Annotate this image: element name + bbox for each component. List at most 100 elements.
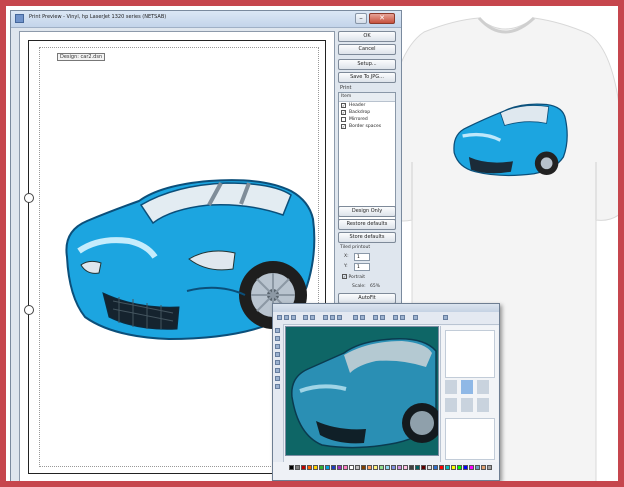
color-swatch[interactable] (469, 465, 474, 470)
color-swatch[interactable] (337, 465, 342, 470)
toolbar-icon[interactable] (284, 315, 289, 320)
color-swatch[interactable] (403, 465, 408, 470)
color-swatch[interactable] (343, 465, 348, 470)
color-swatch[interactable] (331, 465, 336, 470)
color-swatch[interactable] (457, 465, 462, 470)
print-options-list[interactable]: Item ✓ Header ✓ Backdrop Mirrored ✓ Border … (338, 92, 396, 220)
tiles-x-input[interactable]: 1 (354, 253, 370, 261)
color-swatch[interactable] (397, 465, 402, 470)
tool-icon[interactable] (275, 352, 280, 357)
tool-icon[interactable] (275, 344, 280, 349)
toolbar-icon[interactable] (353, 315, 358, 320)
color-swatch[interactable] (373, 465, 378, 470)
screenshot-frame: Print Preview - Vinyl, hp LaserJet 1320 … (0, 0, 624, 487)
cancel-button[interactable]: Cancel (338, 44, 396, 55)
tool-icon[interactable] (275, 328, 280, 333)
brush-preset[interactable] (477, 398, 489, 412)
checkbox-icon[interactable]: ✓ (341, 124, 346, 129)
properties-panel (445, 418, 495, 460)
toolbar-icon[interactable] (393, 315, 398, 320)
color-swatch[interactable] (415, 465, 420, 470)
color-palette (285, 463, 497, 477)
toolbar-icon[interactable] (400, 315, 405, 320)
color-swatch[interactable] (463, 465, 468, 470)
portrait-option[interactable]: ✓ Portrait (342, 274, 365, 280)
color-swatch[interactable] (325, 465, 330, 470)
brush-preset[interactable] (461, 380, 473, 394)
restore-defaults-button[interactable]: Restore defaults (338, 219, 396, 230)
toolbar-icon[interactable] (443, 315, 448, 320)
close-button[interactable]: ✕ (369, 13, 395, 24)
tools-sidebar (273, 324, 284, 462)
toolbar-icon[interactable] (277, 315, 282, 320)
tool-icon[interactable] (275, 368, 280, 373)
color-swatch[interactable] (319, 465, 324, 470)
color-swatch[interactable] (487, 465, 492, 470)
window-title: Print Preview - Vinyl, hp LaserJet 1320 … (29, 14, 167, 20)
color-swatch[interactable] (475, 465, 480, 470)
color-swatch[interactable] (361, 465, 366, 470)
design-header: Design: car2.dsn (57, 53, 106, 61)
option-backdrop[interactable]: ✓ Backdrop (339, 109, 395, 116)
save-to-jpg-button[interactable]: Save To JPG... (338, 72, 396, 83)
brush-preset[interactable] (477, 380, 489, 394)
option-header[interactable]: ✓ Header (339, 102, 395, 109)
scale-label: Scale: (352, 284, 366, 289)
checkbox-icon[interactable]: ✓ (342, 274, 347, 279)
toolbar-icon[interactable] (330, 315, 335, 320)
toolbar-icon[interactable] (337, 315, 342, 320)
color-swatch[interactable] (391, 465, 396, 470)
paint-canvas[interactable] (285, 326, 439, 456)
tiles-y-input[interactable]: 1 (354, 263, 370, 271)
color-swatch[interactable] (301, 465, 306, 470)
tool-icon[interactable] (275, 384, 280, 389)
brush-preset[interactable] (445, 398, 457, 412)
minimize-button[interactable]: – (355, 13, 367, 24)
color-swatch[interactable] (289, 465, 294, 470)
option-mirrored[interactable]: Mirrored (339, 116, 395, 123)
option-border-spaces[interactable]: ✓ Border spaces (339, 123, 395, 130)
ok-button[interactable]: OK (338, 31, 396, 42)
design-only-button[interactable]: Design Only (338, 206, 396, 217)
brush-preset[interactable] (445, 380, 457, 394)
color-swatch[interactable] (433, 465, 438, 470)
color-swatch[interactable] (367, 465, 372, 470)
toolbar-icon[interactable] (360, 315, 365, 320)
color-swatch[interactable] (385, 465, 390, 470)
store-defaults-button[interactable]: Store defaults (338, 232, 396, 243)
color-swatch[interactable] (445, 465, 450, 470)
color-swatch[interactable] (379, 465, 384, 470)
registration-mark (24, 305, 34, 315)
registration-mark (24, 193, 34, 203)
color-swatch[interactable] (451, 465, 456, 470)
canvas-car-image (291, 338, 438, 449)
color-swatch[interactable] (295, 465, 300, 470)
color-swatch[interactable] (481, 465, 486, 470)
color-swatch[interactable] (427, 465, 432, 470)
color-swatch[interactable] (307, 465, 312, 470)
toolbar-icon[interactable] (310, 315, 315, 320)
tiles-y-label: Y: (344, 264, 348, 269)
toolbar-icon[interactable] (380, 315, 385, 320)
color-swatch[interactable] (409, 465, 414, 470)
toolbar-icon[interactable] (323, 315, 328, 320)
tool-icon[interactable] (275, 336, 280, 341)
setup-button[interactable]: Setup... (338, 59, 396, 70)
color-swatch[interactable] (349, 465, 354, 470)
color-swatch[interactable] (439, 465, 444, 470)
color-swatch[interactable] (313, 465, 318, 470)
shapes-panel[interactable] (445, 330, 495, 378)
toolbar-icon[interactable] (413, 315, 418, 320)
toolbar-icon[interactable] (373, 315, 378, 320)
toolbar-icon[interactable] (291, 315, 296, 320)
color-swatch[interactable] (355, 465, 360, 470)
title-bar: Print Preview - Vinyl, hp LaserJet 1320 … (11, 11, 401, 28)
tool-icon[interactable] (275, 360, 280, 365)
checkbox-icon[interactable]: ✓ (341, 110, 346, 115)
toolbar-icon[interactable] (303, 315, 308, 320)
checkbox-icon[interactable] (341, 117, 346, 122)
tool-icon[interactable] (275, 376, 280, 381)
checkbox-icon[interactable]: ✓ (341, 103, 346, 108)
color-swatch[interactable] (421, 465, 426, 470)
brush-preset[interactable] (461, 398, 473, 412)
